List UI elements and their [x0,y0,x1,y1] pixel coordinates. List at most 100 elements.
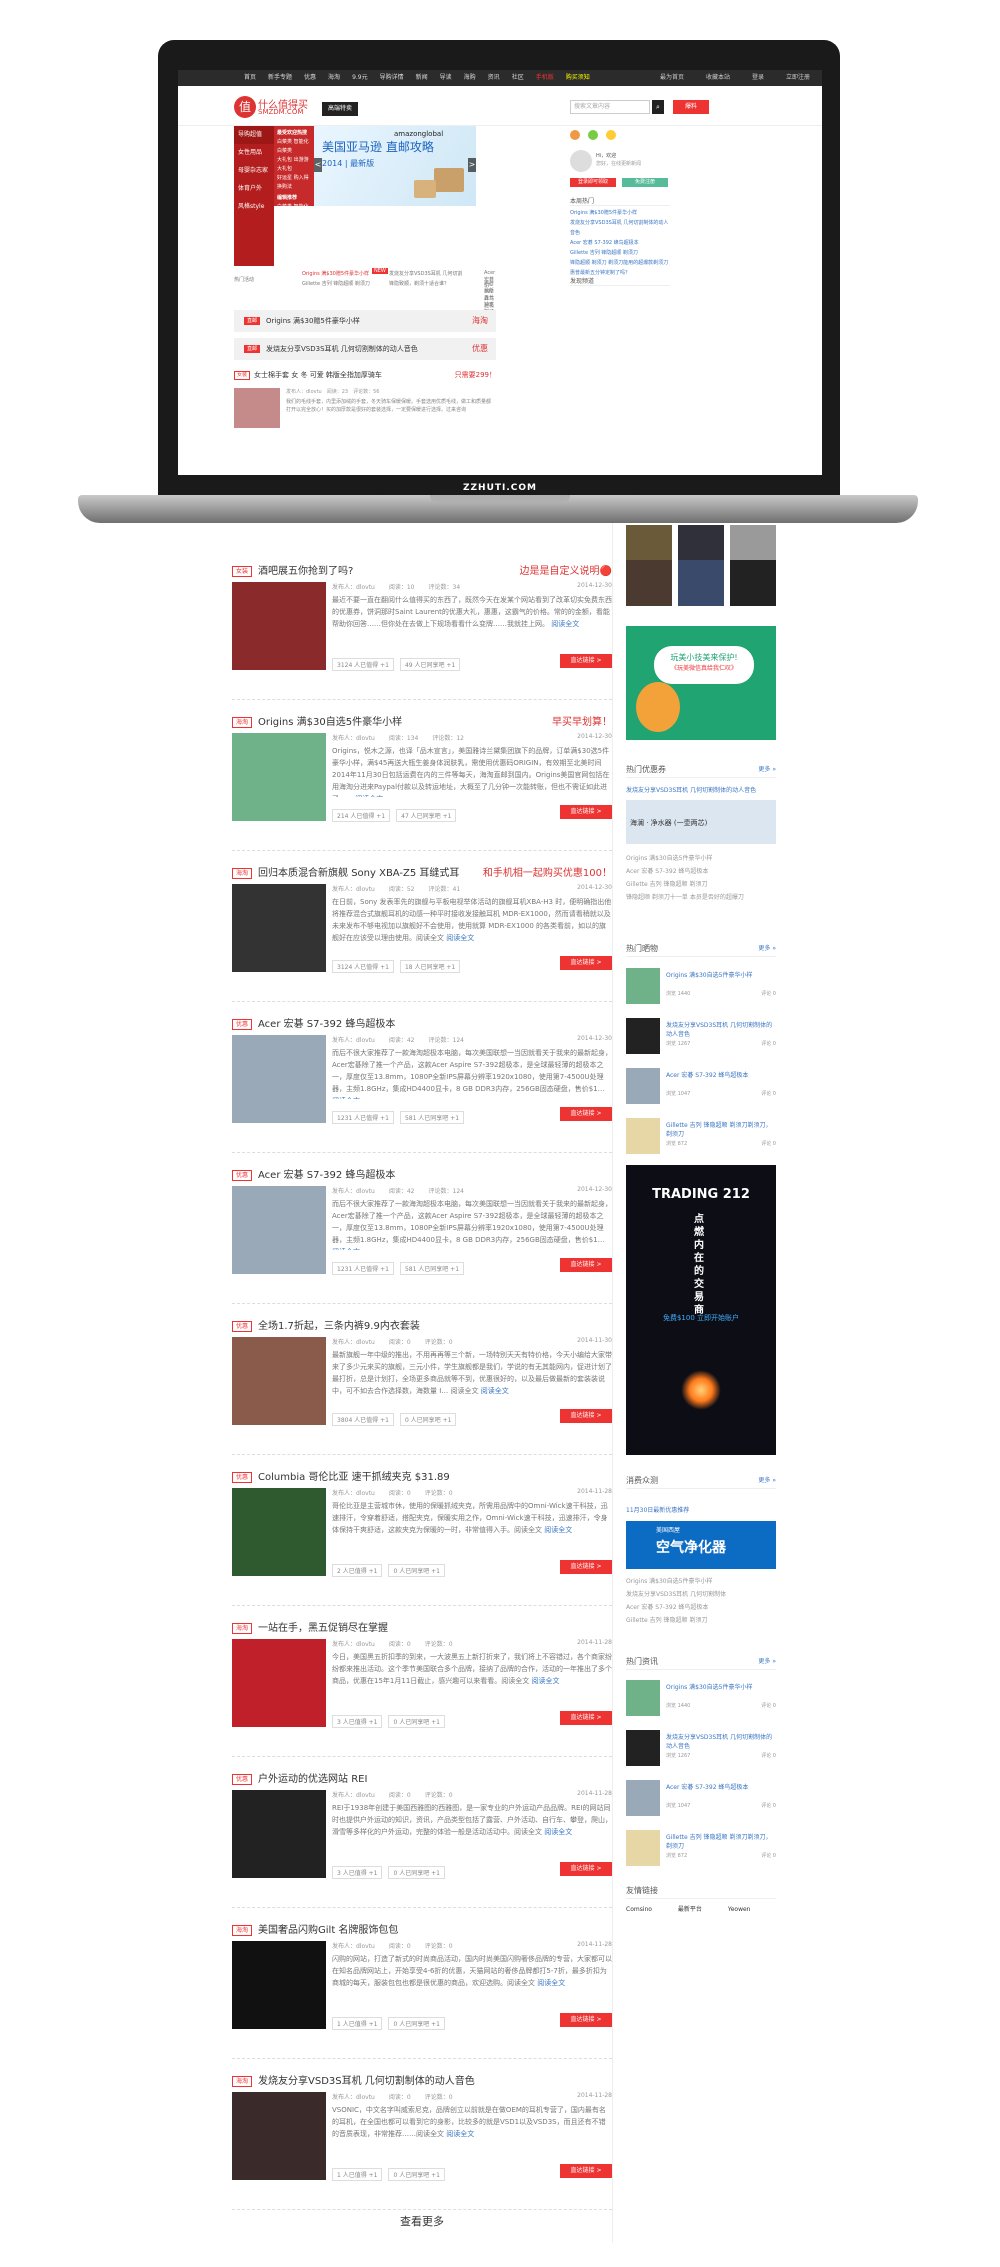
direct-link-button[interactable]: 直达链接 > [560,1560,612,1574]
nav-item-home[interactable]: 首页 [238,70,262,86]
slider-prev-icon[interactable]: < [314,158,322,172]
list-item[interactable]: Acer 宏碁 S7-392 蜂鸟超极本 [626,865,776,878]
article-title[interactable]: 海淘 发烧友分享VSD3S耳机 几何切割制体的动人音色 [232,2072,475,2087]
share-badge[interactable]: 0 人已同享吧 +1 [388,1866,445,1879]
like-badge[interactable]: 1231 人已值得 +1 [332,1262,394,1275]
direct-link-button[interactable]: 直达链接 > [560,805,612,819]
nav-item-notice[interactable]: 购买须知 [560,70,596,86]
search-icon[interactable]: ⌕ [652,100,664,114]
search-input[interactable]: 搜索文章内容 [570,100,650,114]
set-home-link[interactable]: 最为首页 [654,70,690,86]
article-thumbnail[interactable] [232,1186,326,1274]
activity-link[interactable]: Gillette 吉列 锋隐超顺 剃须刀 [302,280,370,287]
sidebar-item[interactable]: Origins 满$30自选5件豪华小样 浏览 1440 评论 0 [626,968,776,1010]
list-item[interactable]: 锋隐超顺 剃须刀 剃须刀能用的超爆款剃须刀 [570,258,670,268]
share-badge[interactable]: 0 人已同享吧 +1 [388,1564,445,1577]
read-more-link[interactable]: 阅读全文 [446,934,474,942]
article-thumbnail[interactable] [232,733,326,821]
article-thumbnail[interactable] [234,388,280,428]
article-title[interactable]: 优惠 全场1.7折起，三条内裤9.9内衣套装 [232,1317,420,1332]
more-link[interactable]: 更多 » [758,764,776,773]
friend-link[interactable]: Yeowen [728,1906,751,1913]
article-thumbnail[interactable] [232,1639,326,1727]
post-button[interactable]: 爆料 [673,100,709,114]
water-purifier-ad[interactable]: 海澜 · 净水器 (一壶两芯) [626,800,776,844]
article-title[interactable]: 优惠 Acer 宏碁 S7-392 蜂鸟超极本 [232,1015,395,1030]
article-thumbnail[interactable] [232,1790,326,1878]
nav-item-mobile[interactable]: 手机版 [530,70,560,86]
list-item[interactable]: 发烧友分享VSD3S耳机 几何切割制体 [626,1588,776,1601]
read-more-link[interactable]: 阅读全文 [446,2130,474,2138]
sidebar-item[interactable]: Acer 宏碁 S7-392 蜂鸟超极本 浏览 1047 评论 0 [626,1068,776,1110]
sidebar-item[interactable]: Origins 满$30自选5件豪华小样 浏览 1440 评论 0 [626,1680,776,1722]
read-more-link[interactable]: 阅读全文 [355,795,383,797]
read-more-link[interactable]: 阅读全文 [481,1387,509,1395]
article-thumbnail[interactable] [232,1337,326,1425]
category-item[interactable]: 导购超值 [234,126,274,144]
article-thumbnail[interactable] [232,582,326,670]
article-thumbnail[interactable] [232,884,326,972]
read-more-link[interactable]: 阅读全文 [544,1526,572,1534]
direct-link-button[interactable]: 直达链接 > [560,1862,612,1876]
direct-link-button[interactable]: 直达链接 > [560,1258,612,1272]
like-badge[interactable]: 1 人已值得 +1 [332,2017,383,2030]
list-item[interactable]: 锋隐超顺 剃须刀十一单 本员是否好的超爆刀 [626,891,776,904]
nav-item[interactable]: 优惠 [298,70,322,86]
panel-tags[interactable]: 大礼包 出游游 大礼包 [277,156,311,174]
air-purifier-ad[interactable]: 美国西屋 空气净化器 [626,1521,776,1569]
header-banner-ad[interactable]: 高端特卖 [322,102,358,116]
article-title[interactable]: 优惠 Acer 宏碁 S7-392 蜂鸟超极本 [232,1166,395,1181]
read-more-link[interactable]: 阅读全文 [332,1248,360,1250]
like-badge[interactable]: 214 人已值得 +1 [332,809,391,822]
article-thumbnail[interactable] [232,2092,326,2180]
list-item[interactable]: Acer 宏碁 S7-392 蜂鸟超极本 [570,238,670,248]
discover-image[interactable] [730,560,776,606]
share-badge[interactable]: 47 人已同享吧 +1 [396,809,457,822]
article-thumbnail[interactable] [232,1488,326,1576]
sidebar-item[interactable]: Gillette 吉列 锋隐超顺 剃须刀剃须刀，剃须刀 浏览 872 评论 0 [626,1830,776,1872]
share-badge[interactable]: 18 人已同享吧 +1 [399,960,461,973]
nav-item[interactable]: 导读 [434,70,458,86]
like-badge[interactable]: 3124 人已值得 +1 [332,658,394,671]
list-item[interactable]: Origins 满$30赠5件豪华小样 [570,208,670,218]
article-title[interactable]: 优惠 户外运动的优选网站 REI [232,1770,367,1785]
nav-item[interactable]: 海淘 [322,70,346,86]
share-badge[interactable]: 0 人已同享吧 +1 [388,2017,445,2030]
list-item[interactable]: Gillette 吉列 锋隐超顺 剃须刀 [626,1614,776,1627]
list-item[interactable]: Gillette 吉列 锋隐超顺 剃须刀 [626,878,776,891]
read-more-link[interactable]: 阅读全文 [532,1677,560,1685]
like-badge[interactable]: 3124 人已值得 +1 [332,960,394,973]
bookmark-link[interactable]: 收藏本站 [700,70,736,86]
like-badge[interactable]: 3 人已值得 +1 [332,1715,383,1728]
activity-link[interactable]: 锋隐致顺，剃须十适合谁？ [389,280,449,287]
read-more-link[interactable]: 阅读全文 [544,1828,572,1836]
wechat-icon[interactable] [588,130,598,140]
like-badge[interactable]: 1 人已值得 +1 [332,2168,383,2181]
article-title[interactable]: 海淘 一站在手，黑五促销尽在掌握 [232,1619,388,1634]
category-item[interactable]: 风格style [234,198,274,216]
register-button[interactable]: 免费注册 [622,178,668,187]
load-more-button[interactable]: 查看更多 [232,2213,612,2229]
register-link[interactable]: 立即注册 [780,70,816,86]
coupon-headline[interactable]: 发烧友分享VSD3S耳机 几何切割制体的动人音色 [626,785,776,794]
article-title[interactable]: 女士棉手套 女 冬 可爱 韩版全指加厚骑车 [254,371,382,379]
article-title[interactable]: 海淘 回归本质混合新旗舰 Sony XBA-Z5 耳缝式耳 [232,864,459,879]
like-badge[interactable]: 3 人已值得 +1 [332,1866,383,1879]
deal-strip[interactable]: 直邮 发烧友分享VSD3S耳机 几何切割制体的动人音色 优惠 [234,338,496,360]
nav-item[interactable]: 社区 [506,70,530,86]
more-link[interactable]: 更多 » [758,1656,776,1665]
logo-icon[interactable]: 值 [234,96,256,118]
like-badge[interactable]: 2 人已值得 +1 [332,1564,383,1577]
login-link[interactable]: 登录 [746,70,770,86]
direct-link-button[interactable]: 直达链接 > [560,1107,612,1121]
panel-tags[interactable]: 大礼包 出游游 大礼包 [277,221,311,239]
direct-link-button[interactable]: 直达链接 > [560,1409,612,1423]
nav-item[interactable]: 新手专题 [262,70,298,86]
list-item[interactable]: Acer 宏碁 S7-392 蜂鸟超极本 [626,1601,776,1614]
article-title[interactable]: 优惠 Columbia 哥伦比亚 速干抓绒夹克 $31.89 [232,1468,450,1483]
like-badge[interactable]: 1231 人已值得 +1 [332,1111,394,1124]
share-badge[interactable]: 49 人已同享吧 +1 [399,658,461,671]
share-badge[interactable]: 581 人已同享吧 +1 [399,1262,465,1275]
slider-next-icon[interactable]: > [468,158,476,172]
weibo-icon[interactable] [570,130,580,140]
